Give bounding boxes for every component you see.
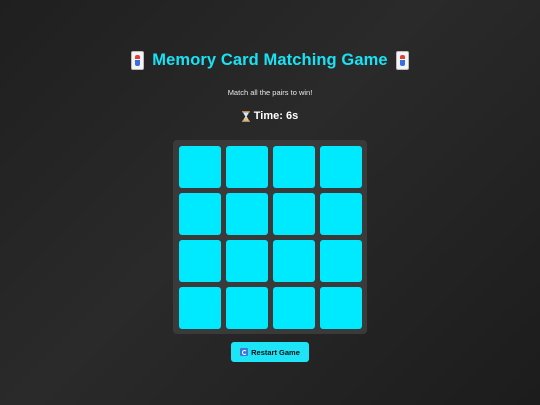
restart-icon [240, 348, 249, 356]
memory-card[interactable] [320, 287, 362, 329]
hourglass-icon [241, 110, 250, 122]
memory-card[interactable] [273, 287, 315, 329]
restart-game-label: Restart Game [251, 347, 300, 357]
memory-card[interactable] [320, 240, 362, 282]
memory-card[interactable] [273, 193, 315, 235]
memory-card[interactable] [179, 240, 221, 282]
memory-card[interactable] [273, 240, 315, 282]
memory-card[interactable] [179, 193, 221, 235]
game-page: Memory Card Matching Game Match all the … [0, 0, 540, 405]
page-title: Memory Card Matching Game [0, 51, 540, 70]
memory-card[interactable] [226, 287, 268, 329]
joker-card-icon [131, 51, 145, 70]
timer: Time: 6s [0, 110, 540, 122]
joker-card-icon [395, 51, 409, 70]
memory-card[interactable] [226, 193, 268, 235]
card-grid [173, 140, 367, 334]
memory-card[interactable] [226, 146, 268, 188]
memory-card[interactable] [179, 146, 221, 188]
memory-card[interactable] [320, 146, 362, 188]
memory-card[interactable] [273, 146, 315, 188]
memory-card[interactable] [226, 240, 268, 282]
page-title-text: Memory Card Matching Game [152, 51, 388, 69]
memory-card[interactable] [320, 193, 362, 235]
memory-card[interactable] [179, 287, 221, 329]
restart-game-button[interactable]: Restart Game [231, 342, 309, 362]
page-subtitle: Match all the pairs to win! [227, 88, 313, 97]
timer-text: Time: 6s [253, 110, 299, 122]
